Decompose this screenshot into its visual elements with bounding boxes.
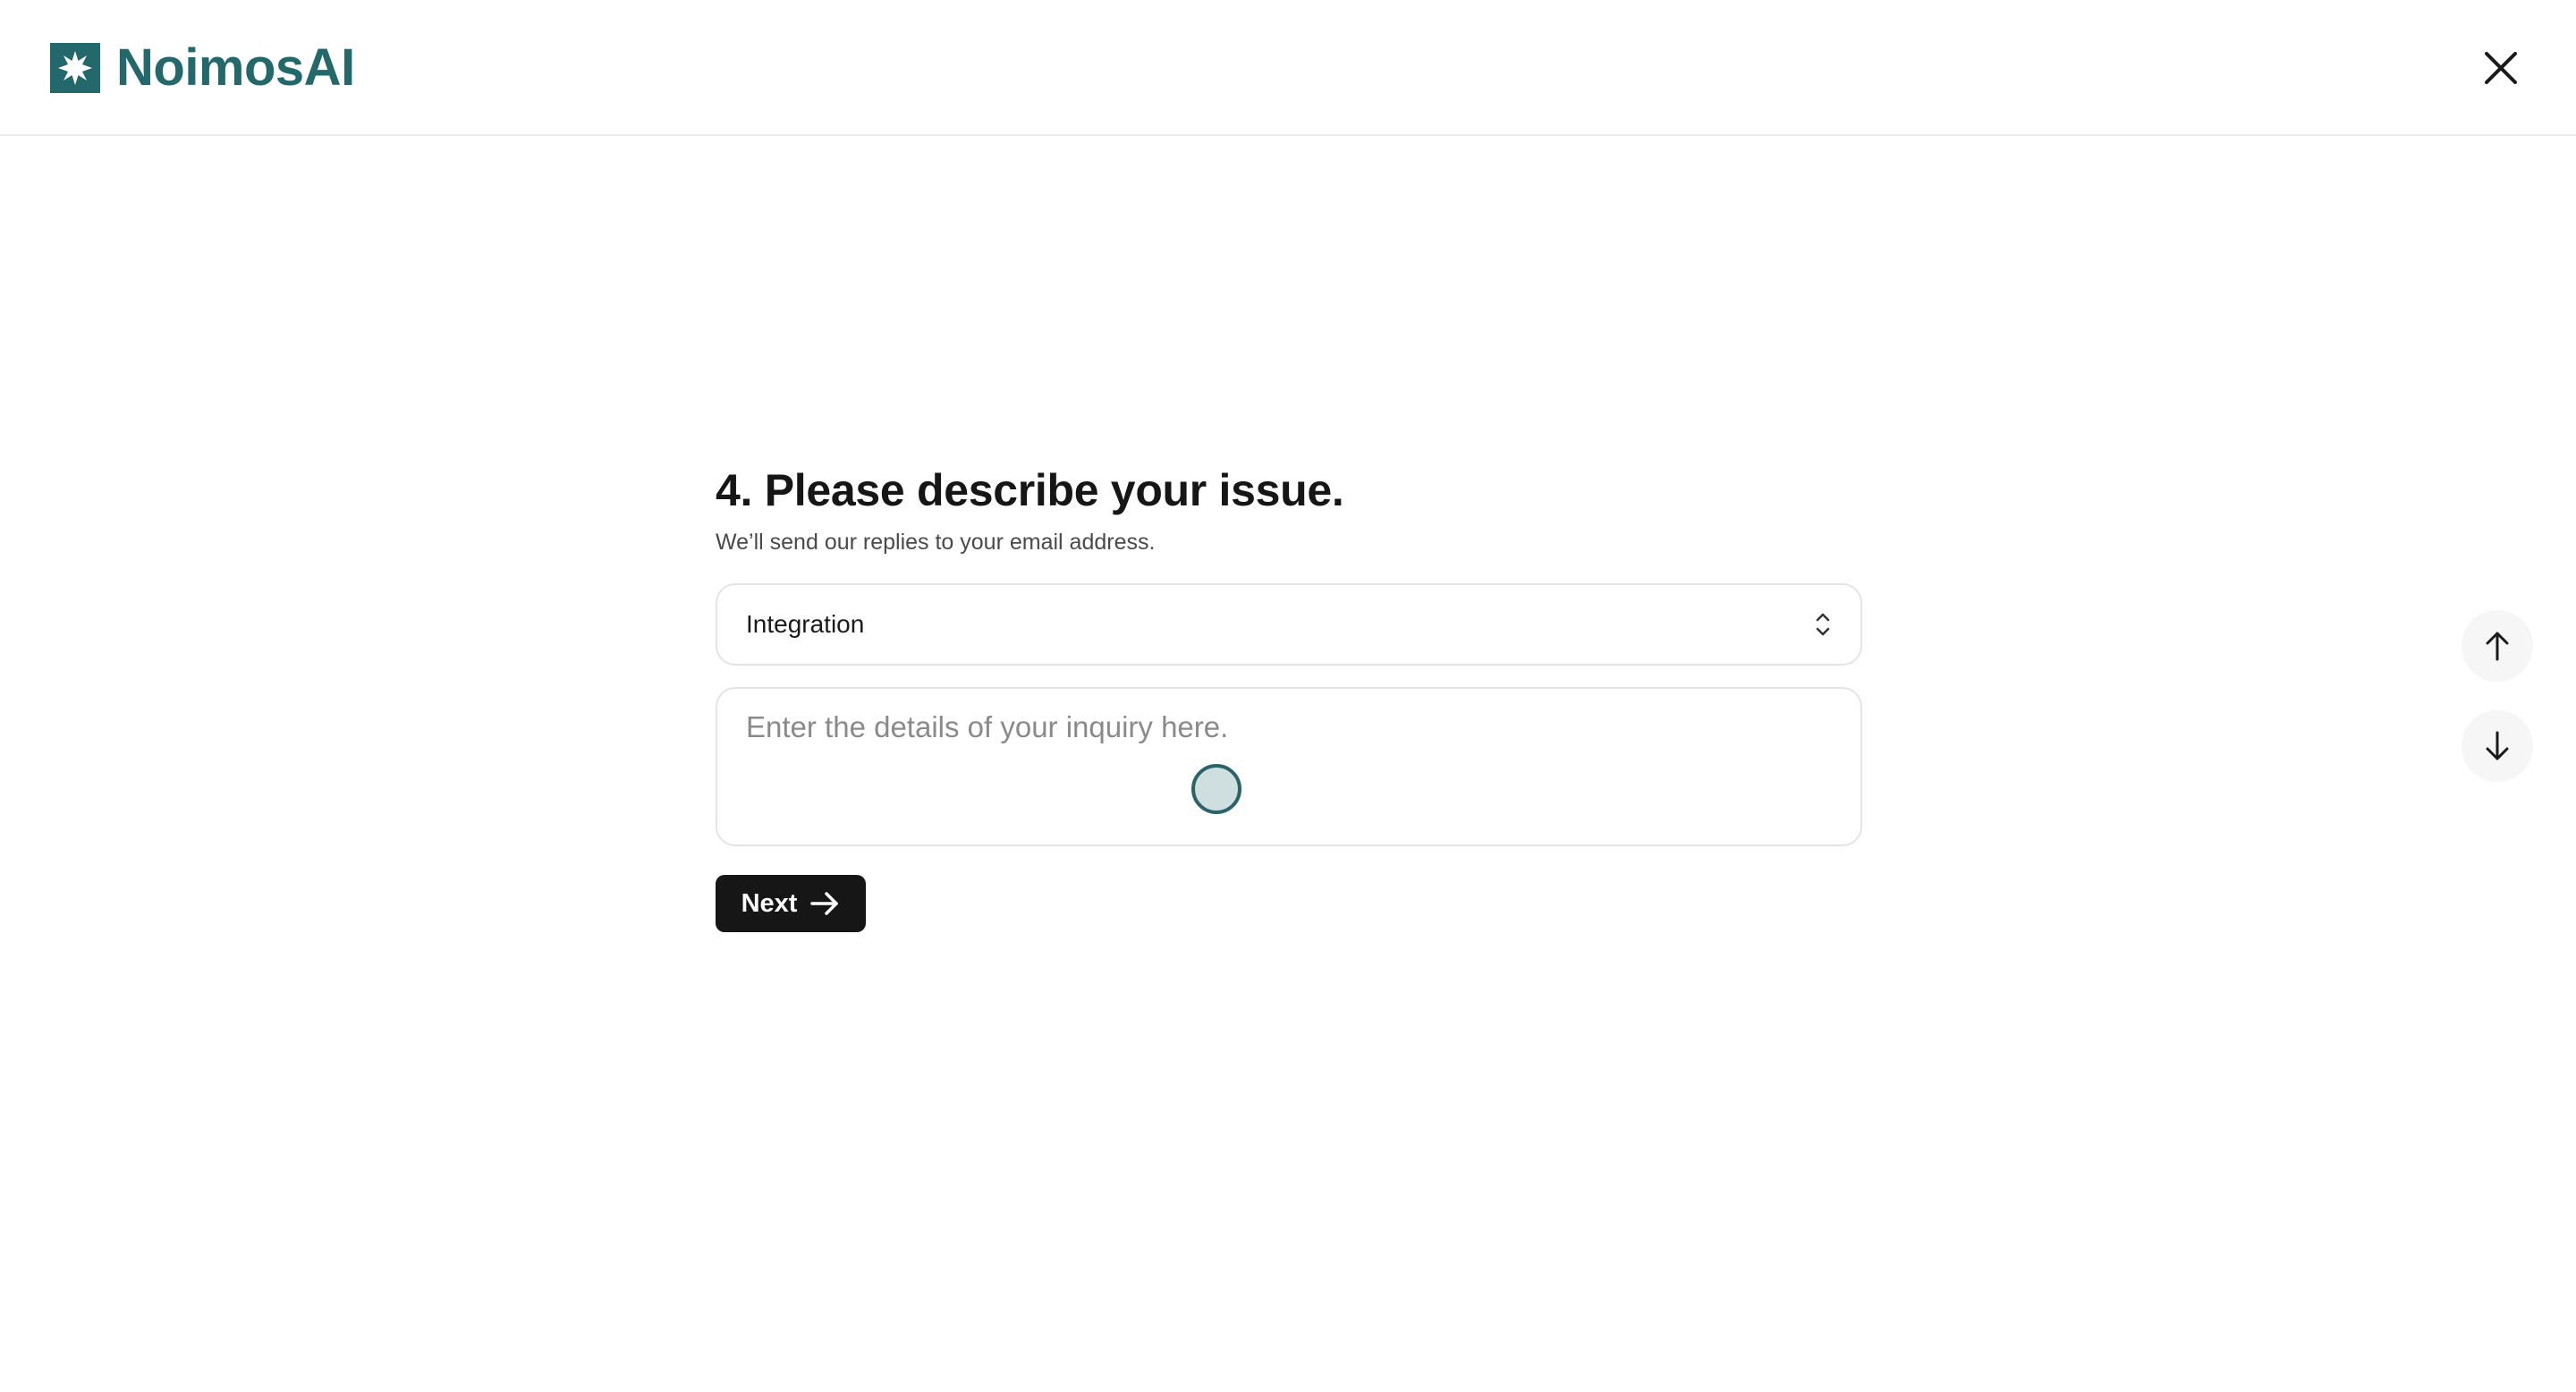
next-button-label: Next [741, 888, 798, 918]
issue-form: 4. Please describe your issue. We’ll sen… [716, 462, 1862, 932]
next-button[interactable]: Next [716, 875, 866, 932]
question-subtitle: We’ll send our replies to your email add… [716, 530, 1156, 555]
arrow-up-icon [2486, 632, 2509, 661]
brand-name: NoimosAI [116, 38, 355, 97]
next-question-button[interactable] [2462, 710, 2533, 782]
details-textarea[interactable]: Enter the details of your inquiry here. [716, 687, 1862, 846]
starburst-icon [50, 43, 100, 93]
question-title: 4. Please describe your issue. [716, 465, 1344, 515]
question-navigation [2462, 610, 2533, 782]
close-icon [2485, 52, 2517, 84]
chevron-up-down-icon [1816, 613, 1830, 636]
details-textarea-placeholder: Enter the details of your inquiry here. [746, 710, 1229, 743]
top-bar: NoimosAI [0, 0, 2576, 136]
brand-logo[interactable]: NoimosAI [50, 39, 355, 97]
previous-question-button[interactable] [2462, 610, 2533, 682]
arrow-right-icon [810, 892, 839, 915]
mouse-cursor-indicator [1191, 764, 1241, 814]
category-select-value: Integration [746, 610, 865, 638]
category-select[interactable]: Integration [716, 583, 1862, 666]
arrow-down-icon [2486, 731, 2509, 760]
close-button[interactable] [2476, 43, 2526, 93]
